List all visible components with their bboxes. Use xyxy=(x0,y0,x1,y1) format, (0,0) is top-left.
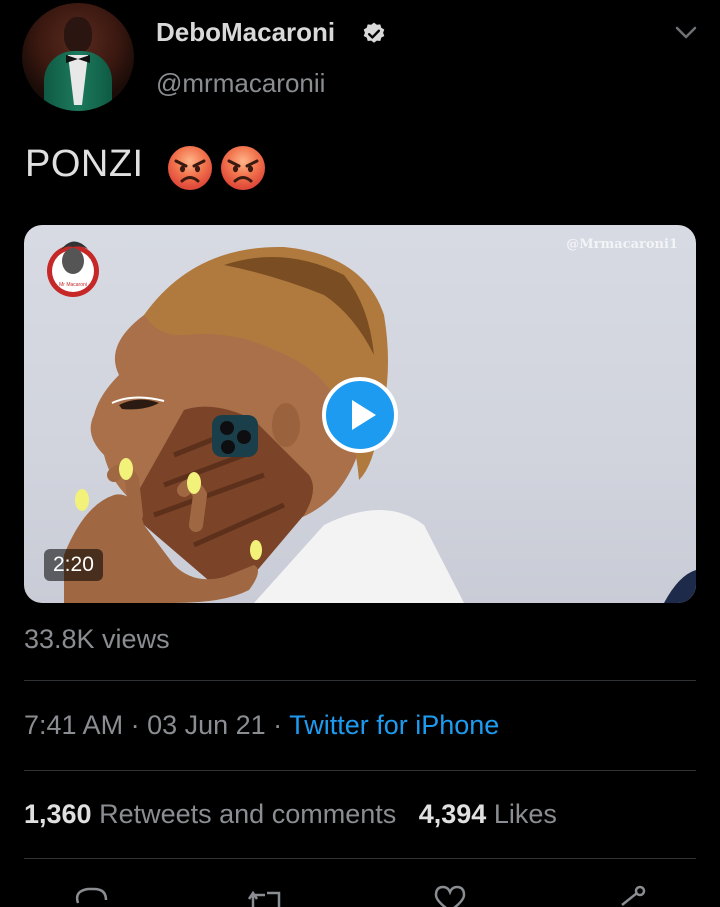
like-icon[interactable] xyxy=(430,883,470,907)
divider xyxy=(24,680,696,681)
tweet-date: 03 Jun 21 xyxy=(147,710,266,740)
video-duration: 2:20 xyxy=(44,549,103,581)
video-player[interactable]: @Mrmacaroni1 Mr Macaroni 2:20 xyxy=(24,225,696,603)
tweet-text: PONZI xyxy=(25,143,144,185)
view-count[interactable]: 33.8K views xyxy=(24,624,170,655)
likes-stat[interactable]: 4,394 Likes xyxy=(419,799,557,829)
share-icon[interactable] xyxy=(610,883,650,907)
avatar[interactable] xyxy=(22,3,134,111)
author-name[interactable]: DeboMacaroni xyxy=(156,17,335,48)
angry-face-emoji xyxy=(221,146,265,190)
reply-icon[interactable] xyxy=(70,883,110,907)
likes-count: 4,394 xyxy=(418,799,487,829)
play-icon[interactable] xyxy=(321,376,399,454)
channel-logo: Mr Macaroni xyxy=(47,241,99,297)
tweet-detail: DeboMacaroni @mrmacaronii PONZI @Mrmacar… xyxy=(0,0,720,907)
likes-label: Likes xyxy=(493,799,557,829)
verified-badge-icon xyxy=(363,22,385,43)
author-handle[interactable]: @mrmacaronii xyxy=(156,68,325,99)
retweets-label: Retweets and comments xyxy=(99,799,397,829)
chevron-down-icon[interactable] xyxy=(672,22,700,44)
tweet-time: 7:41 AM xyxy=(24,710,124,740)
divider xyxy=(24,770,696,771)
meta-separator: · xyxy=(123,710,148,740)
retweets-count: 1,360 xyxy=(24,799,92,829)
video-watermark: @Mrmacaroni1 xyxy=(566,237,678,252)
tweet-metadata: 7:41 AM · 03 Jun 21 · Twitter for iPhone xyxy=(24,710,499,741)
retweets-stat[interactable]: 1,360 Retweets and comments xyxy=(24,799,396,829)
channel-logo-text: Mr Macaroni xyxy=(59,282,87,288)
tweet-source-link[interactable]: Twitter for iPhone xyxy=(289,710,499,740)
meta-separator: · xyxy=(265,710,290,740)
engagement-stats: 1,360 Retweets and comments 4,394 Likes xyxy=(24,799,557,830)
retweet-icon[interactable] xyxy=(245,883,285,907)
angry-face-emoji xyxy=(168,146,212,190)
divider xyxy=(24,858,696,859)
